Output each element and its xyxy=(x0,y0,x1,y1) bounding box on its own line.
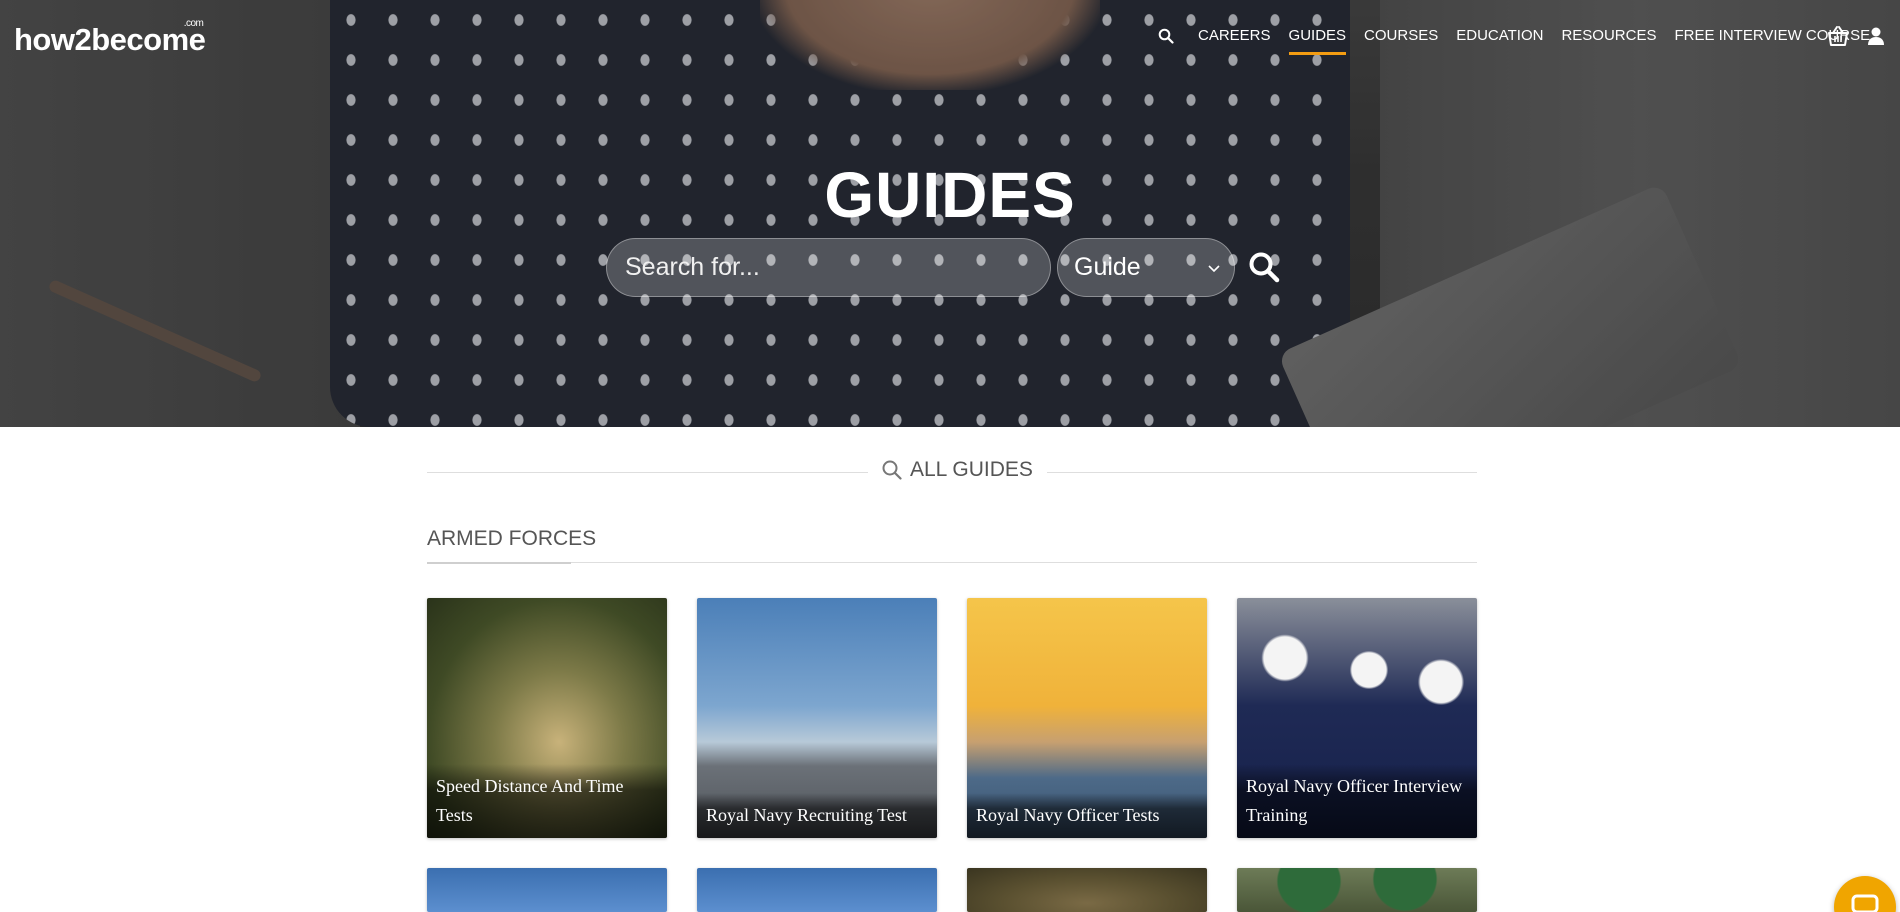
search-input[interactable] xyxy=(606,238,1051,297)
guide-card-image xyxy=(427,868,667,912)
guide-card[interactable] xyxy=(427,868,667,912)
page-title: GUIDES xyxy=(824,159,1076,231)
guide-card-title: Royal Navy Recruiting Test xyxy=(697,793,937,838)
chevron-down-icon xyxy=(1208,239,1220,296)
nav-item-guides[interactable]: GUIDES xyxy=(1288,24,1346,55)
guide-card-title: Royal Navy Officer Interview Training xyxy=(1237,764,1477,838)
site-logo[interactable]: how2become .com xyxy=(14,18,206,58)
search-icon[interactable] xyxy=(1158,28,1174,44)
guide-card-image xyxy=(697,868,937,912)
guide-card[interactable]: Royal Navy Recruiting Test xyxy=(697,598,937,838)
category-underline xyxy=(427,562,571,564)
guide-card-image xyxy=(1237,868,1477,912)
guide-card[interactable]: Royal Navy Officer Tests xyxy=(967,598,1207,838)
nav-item-careers[interactable]: CAREERS xyxy=(1198,24,1271,48)
all-guides-link[interactable]: ALL GUIDES xyxy=(868,458,1047,482)
guide-card[interactable] xyxy=(1237,868,1477,912)
chat-button[interactable] xyxy=(1834,876,1896,912)
guide-card-title: Royal Navy Officer Tests xyxy=(967,793,1207,838)
guide-card[interactable] xyxy=(967,868,1207,912)
all-guides-label: ALL GUIDES xyxy=(910,458,1033,481)
basket-icon[interactable] xyxy=(1826,25,1848,47)
guide-card-title: Speed Distance And Time Tests xyxy=(427,764,667,838)
guide-card[interactable] xyxy=(697,868,937,912)
chat-icon xyxy=(1851,894,1879,912)
guide-card-image xyxy=(967,868,1207,912)
search-icon xyxy=(1249,252,1280,283)
guide-card[interactable]: Speed Distance And Time Tests xyxy=(427,598,667,838)
nav-item-resources[interactable]: RESOURCES xyxy=(1561,24,1656,48)
search-icon xyxy=(882,460,902,480)
logo-suffix: .com xyxy=(183,18,204,29)
search-submit-button[interactable] xyxy=(1248,251,1280,283)
main-navigation: CAREERS GUIDES COURSES EDUCATION RESOURC… xyxy=(1158,24,1888,55)
type-select-value: Guide xyxy=(1074,253,1141,281)
category-divider xyxy=(427,562,1477,563)
logo-text: how2become xyxy=(14,22,206,57)
user-icon[interactable] xyxy=(1866,26,1888,48)
guide-card[interactable]: Royal Navy Officer Interview Training xyxy=(1237,598,1477,838)
category-heading: ARMED FORCES xyxy=(427,527,597,550)
hero-banner: how2become .com CAREERS GUIDES COURSES E… xyxy=(0,0,1900,427)
type-select[interactable]: Guide xyxy=(1057,238,1235,297)
nav-item-education[interactable]: EDUCATION xyxy=(1456,24,1543,48)
nav-item-courses[interactable]: COURSES xyxy=(1364,24,1438,48)
